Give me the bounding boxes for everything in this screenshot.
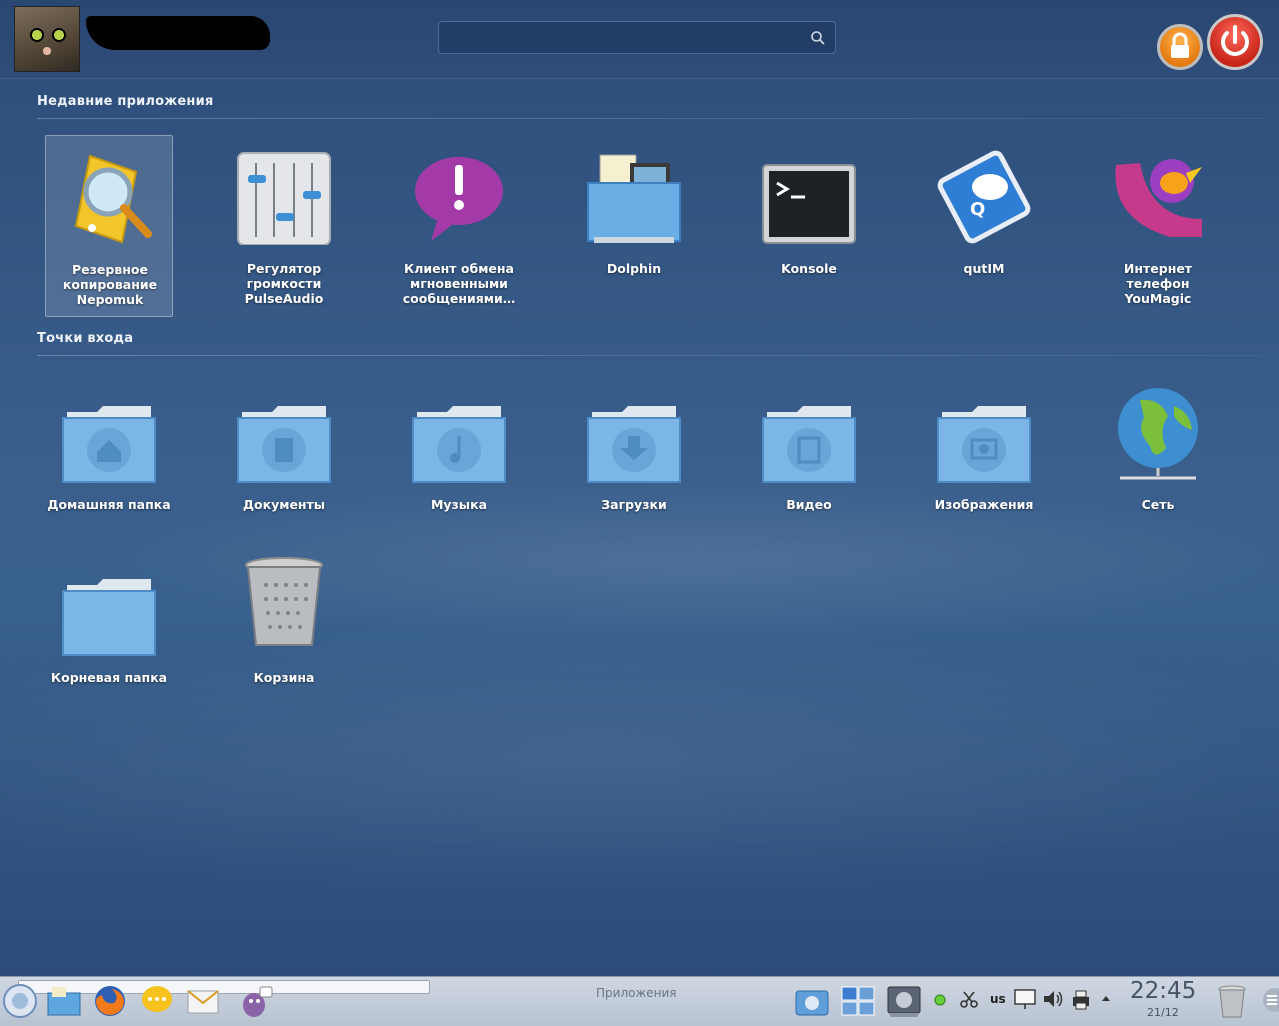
places-title: Точки входа <box>37 331 134 346</box>
top-bar: ████████ <box>0 0 1279 79</box>
qutim-icon: Q <box>937 150 1031 244</box>
place-tile-downloads[interactable]: Загрузки <box>570 382 698 532</box>
place-label: Загрузки <box>601 497 667 512</box>
place-label: Видео <box>786 497 832 512</box>
app-label: qutIM <box>963 261 1005 276</box>
volume-mixer-icon <box>237 152 331 245</box>
app-label: Клиент обмена мгновенными сообщениями… <box>402 261 516 306</box>
app-tile-pulseaudio[interactable]: Регулятор громкости PulseAudio <box>220 135 348 317</box>
search-field[interactable] <box>438 21 836 54</box>
task-placeholder-label: Приложения <box>596 986 677 1000</box>
place-tile-video[interactable]: Видео <box>745 382 873 532</box>
app-label: Konsole <box>781 261 837 276</box>
pictures-folder-icon <box>937 406 1031 483</box>
place-tile-documents[interactable]: Документы <box>220 382 348 532</box>
home-folder-icon <box>62 406 156 483</box>
section-divider <box>37 355 1267 356</box>
youmagic-icon <box>1115 159 1202 237</box>
place-label: Музыка <box>430 497 488 512</box>
keyboard-layout-indicator[interactable]: us <box>990 992 1006 1006</box>
place-label: Корзина <box>253 670 315 685</box>
kickoff-menu-icon[interactable] <box>2 983 38 1019</box>
svg-text:Q: Q <box>970 199 985 220</box>
chat-icon[interactable] <box>139 983 175 1019</box>
place-label: Домашняя папка <box>47 497 171 512</box>
app-label: Dolphin <box>606 261 662 276</box>
lock-icon <box>1171 32 1189 58</box>
app-tile-nepomuk-backup[interactable]: Резервное копирование Nepomuk <box>45 135 173 317</box>
volume-icon[interactable] <box>1042 988 1064 1010</box>
place-label: Документы <box>242 497 326 512</box>
leave-button[interactable] <box>1207 14 1263 70</box>
video-folder-icon <box>762 406 856 483</box>
place-tile-network[interactable]: Сеть <box>1094 382 1222 532</box>
documents-folder-icon <box>237 406 331 483</box>
clock-time[interactable]: 22:45 <box>1130 978 1196 1004</box>
place-tile-trash[interactable]: Корзина <box>220 555 348 705</box>
app-tile-dolphin[interactable]: Dolphin <box>570 135 698 317</box>
place-label: Изображения <box>934 497 1034 512</box>
place-tile-home[interactable]: Домашняя папка <box>45 382 173 532</box>
panel-trash-icon[interactable] <box>1214 983 1250 1019</box>
screenshot-tray-icon[interactable] <box>794 983 830 1019</box>
music-folder-icon <box>412 406 506 483</box>
downloads-folder-icon <box>587 406 681 483</box>
app-tile-youmagic[interactable]: Интернет телефон YouMagic <box>1094 135 1222 317</box>
username-redacted: ████████ <box>86 16 270 50</box>
clipboard-scissors-icon[interactable] <box>960 990 978 1008</box>
desktop-pager-icon[interactable] <box>840 983 876 1019</box>
firefox-icon[interactable] <box>92 983 128 1019</box>
section-divider <box>37 118 1267 119</box>
search-icon[interactable] <box>810 30 826 46</box>
dolphin-icon <box>587 154 681 243</box>
place-tile-root[interactable]: Корневая папка <box>45 555 173 705</box>
place-label: Сеть <box>1141 497 1175 512</box>
im-client-icon <box>415 157 503 241</box>
app-tile-im-client[interactable]: Клиент обмена мгновенными сообщениями… <box>395 135 523 317</box>
lock-screen-button[interactable] <box>1157 24 1203 70</box>
panel-toolbox-icon[interactable] <box>1259 987 1279 1013</box>
search-input[interactable] <box>447 27 801 51</box>
nepomuk-backup-icon <box>74 154 152 244</box>
network-globe-icon <box>1118 388 1198 480</box>
app-tile-konsole[interactable]: Konsole <box>745 135 873 317</box>
app-label: Регулятор громкости PulseAudio <box>244 261 324 306</box>
status-online-icon[interactable] <box>930 990 946 1006</box>
user-avatar[interactable] <box>14 6 80 72</box>
power-icon <box>1221 25 1249 56</box>
terminal-icon <box>762 164 856 244</box>
place-label: Корневая папка <box>50 670 168 685</box>
place-tile-music[interactable]: Музыка <box>395 382 523 532</box>
root-folder-icon <box>62 579 156 656</box>
app-label: Интернет телефон YouMagic <box>1123 261 1193 306</box>
clock-date: 21/12 <box>1147 1006 1179 1019</box>
app-label: Резервное копирование Nepomuk <box>62 262 158 307</box>
mail-icon[interactable] <box>185 983 221 1019</box>
printer-icon[interactable] <box>1070 988 1092 1010</box>
tray-expand-arrow-icon[interactable] <box>1100 993 1112 1003</box>
place-tile-pictures[interactable]: Изображения <box>920 382 1048 532</box>
app-tile-qutim[interactable]: Q qutIM <box>920 135 1048 317</box>
pidgin-icon[interactable] <box>238 983 274 1019</box>
recent-apps-title: Недавние приложения <box>37 94 214 109</box>
dolphin-launcher-icon[interactable] <box>46 983 82 1019</box>
network-monitor-icon[interactable] <box>1014 988 1036 1010</box>
trash-icon <box>245 557 323 646</box>
settings-tray-icon[interactable] <box>886 983 922 1019</box>
